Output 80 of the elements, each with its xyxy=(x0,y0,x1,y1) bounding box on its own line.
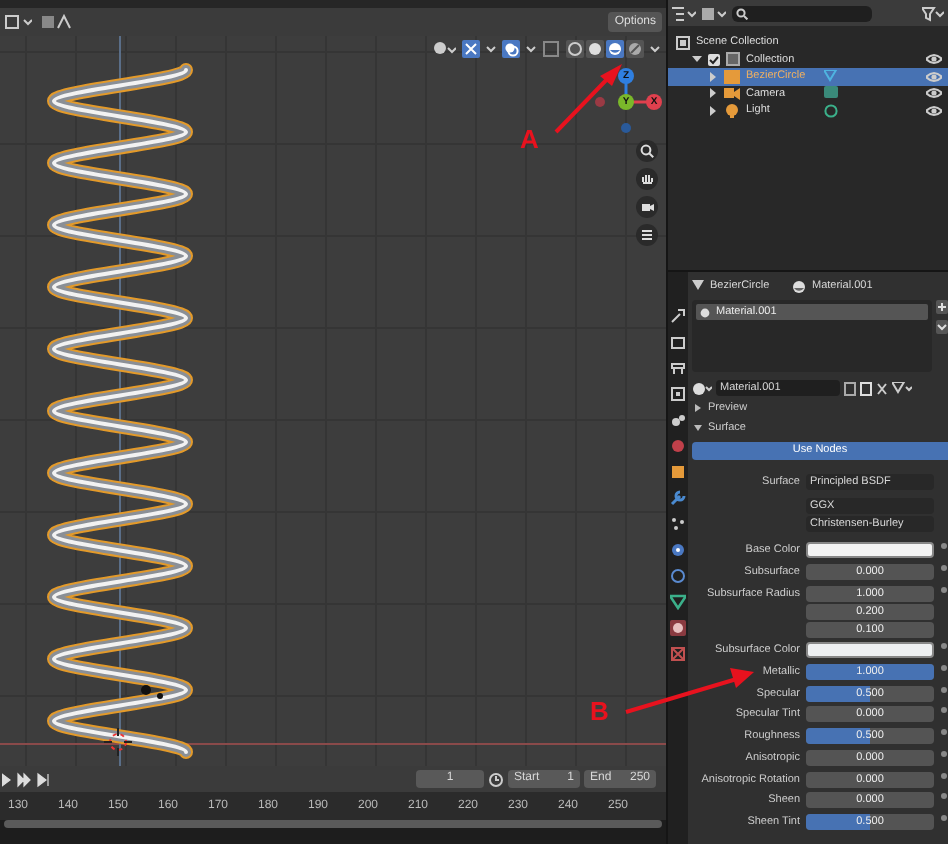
curve-data-icon xyxy=(824,69,840,84)
editor-type-icon[interactable] xyxy=(4,14,32,30)
collection-icon xyxy=(726,52,740,67)
curve-data-icon[interactable] xyxy=(670,594,686,610)
eye-icon[interactable] xyxy=(926,52,942,67)
camera-icon[interactable] xyxy=(636,196,658,218)
shading-mode-icon[interactable] xyxy=(566,40,584,58)
light-data-icon xyxy=(824,103,840,118)
camera-data-icon xyxy=(824,86,840,101)
physics-icon[interactable] xyxy=(670,542,686,558)
keyframe-dot-icon[interactable] xyxy=(940,663,948,672)
filter-icon[interactable] xyxy=(922,5,944,21)
link-icon[interactable] xyxy=(892,381,912,395)
keyframe-dot-icon[interactable] xyxy=(940,642,948,650)
annotation-arrow xyxy=(552,60,624,136)
keyframe-dot-icon[interactable] xyxy=(940,728,948,736)
filter-view-icon[interactable] xyxy=(702,5,726,21)
xray-icon[interactable] xyxy=(542,40,560,58)
constraints-icon[interactable] xyxy=(670,568,686,584)
particles-icon[interactable] xyxy=(670,516,686,532)
checkbox[interactable] xyxy=(708,53,720,66)
keyframe-dot-icon[interactable] xyxy=(940,563,948,572)
keyframe-dot-icon[interactable] xyxy=(940,585,948,593)
shading-mode-icon[interactable] xyxy=(586,40,604,58)
camera-object-icon xyxy=(724,86,740,101)
shading-mode-icon[interactable] xyxy=(626,40,644,58)
keyframe-dot-icon[interactable] xyxy=(940,792,948,801)
scroll-bar[interactable] xyxy=(4,820,662,828)
annotation-label: B xyxy=(590,698,609,724)
texture-icon[interactable] xyxy=(670,646,686,662)
keyframe-dot-icon[interactable] xyxy=(940,706,948,715)
tool-icon[interactable] xyxy=(670,308,686,324)
color-swatch[interactable] xyxy=(806,542,934,558)
mode-icon[interactable] xyxy=(40,14,76,30)
material-icon xyxy=(700,307,710,317)
view-layer-icon[interactable] xyxy=(670,386,686,402)
disclosure-icon xyxy=(694,404,702,412)
light-object-icon xyxy=(724,103,740,118)
scene-icon[interactable] xyxy=(670,412,686,428)
material-actions-icon[interactable] xyxy=(844,381,888,395)
playback-controls-icon[interactable] xyxy=(2,771,50,787)
gizmo-toggle-icon[interactable] xyxy=(462,40,480,58)
slot-controls-icon[interactable] xyxy=(936,300,948,340)
caret-icon[interactable] xyxy=(486,40,496,58)
world-icon[interactable] xyxy=(670,438,686,454)
annotation-label: A xyxy=(520,126,539,152)
shading-mode-icon[interactable] xyxy=(606,40,624,58)
caret-icon[interactable] xyxy=(526,40,536,58)
keyframe-dot-icon[interactable] xyxy=(940,814,948,822)
curve-object-icon xyxy=(724,69,740,84)
search-icon xyxy=(736,7,748,19)
disclosure-icon xyxy=(694,424,702,432)
light-icon xyxy=(138,682,166,702)
clock-icon[interactable] xyxy=(488,771,504,787)
color-swatch[interactable] xyxy=(806,642,934,658)
material-icon[interactable] xyxy=(670,620,686,636)
caret-icon[interactable] xyxy=(650,40,660,58)
search-field[interactable] xyxy=(732,5,872,21)
output-icon[interactable] xyxy=(670,360,686,376)
wrench-icon[interactable] xyxy=(670,490,686,506)
cursor-icon xyxy=(104,728,132,756)
keyframe-dot-icon[interactable] xyxy=(940,749,948,758)
disclosure-icon[interactable] xyxy=(692,54,702,65)
view-object-icon[interactable] xyxy=(432,40,456,58)
display-mode-icon[interactable] xyxy=(672,5,696,21)
overlay-toggle-icon[interactable] xyxy=(502,40,520,58)
material-icon xyxy=(792,279,806,293)
curve-data-icon xyxy=(692,280,704,292)
zoom-icon[interactable] xyxy=(636,140,658,162)
keyframe-dot-icon[interactable] xyxy=(940,685,948,693)
grid-icon[interactable] xyxy=(636,224,658,246)
eye-icon[interactable] xyxy=(926,103,942,118)
object-icon[interactable] xyxy=(670,464,686,480)
collection-icon xyxy=(676,35,690,50)
browse-material-icon[interactable] xyxy=(692,381,712,395)
hand-icon[interactable] xyxy=(636,168,658,190)
eye-icon[interactable] xyxy=(926,86,942,101)
keyframe-dot-icon[interactable] xyxy=(940,542,948,550)
keyframe-dot-icon[interactable] xyxy=(940,771,948,779)
render-icon[interactable] xyxy=(670,334,686,350)
